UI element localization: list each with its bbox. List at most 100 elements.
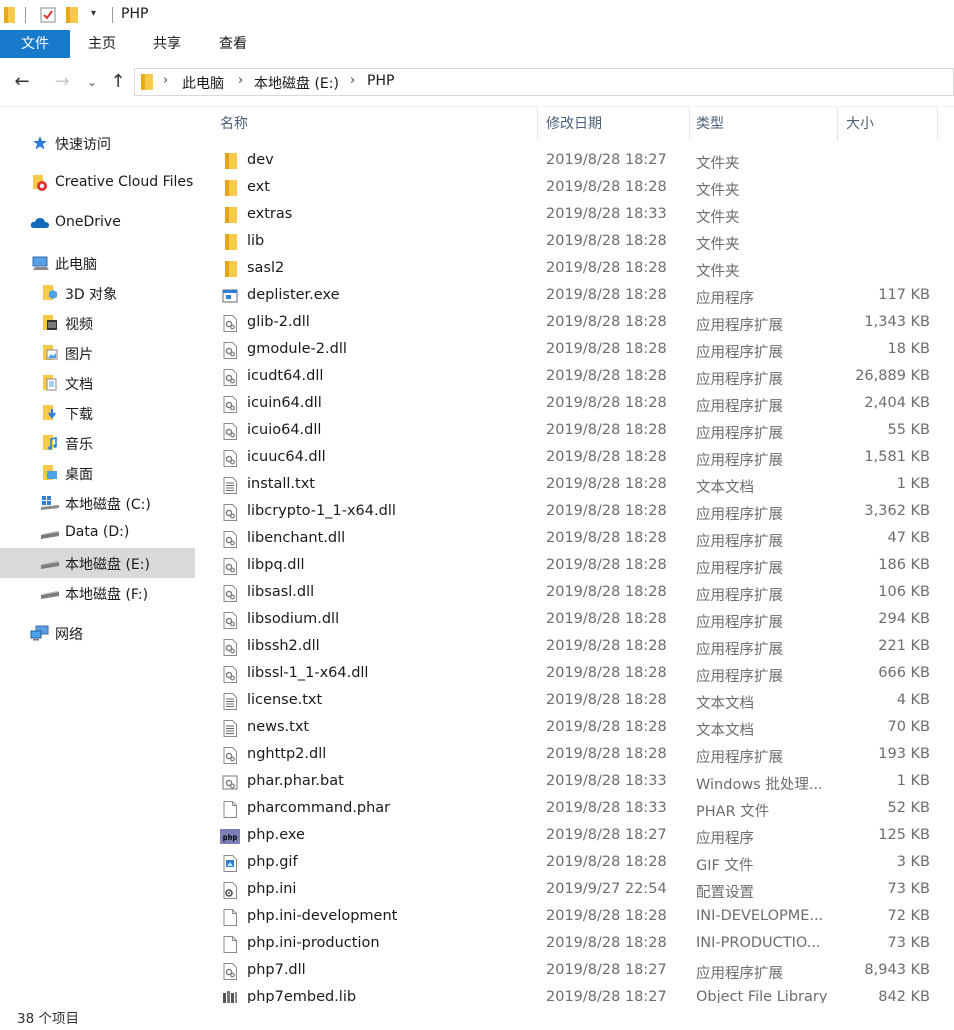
forward-arrow-icon[interactable]: → <box>50 70 74 94</box>
file-modified-date: 2019/8/28 18:28 <box>546 449 667 465</box>
nav-item-desktop[interactable]: 桌面 <box>0 458 195 488</box>
file-row[interactable]: news.txt 2019/8/28 18:28 文本文档 70 KB <box>196 715 954 742</box>
nav-item-this-pc[interactable]: 此电脑 <box>0 248 195 278</box>
file-row[interactable]: libssl-1_1-x64.dll 2019/8/28 18:28 应用程序扩展 6… <box>196 661 954 688</box>
file-row[interactable]: libcrypto-1_1-x64.dll 2019/8/28 18:28 应用程序… <box>196 499 954 526</box>
file-row[interactable]: php.ini-development 2019/8/28 18:28 INI-DE… <box>196 904 954 931</box>
file-row[interactable]: dev 2019/8/28 18:27 文件夹 <box>196 148 954 175</box>
nav-item-downloads[interactable]: 下载 <box>0 398 195 428</box>
new-folder-icon[interactable] <box>66 6 78 24</box>
nav-item-network[interactable]: 网络 <box>0 618 195 648</box>
file-type: 文本文档 <box>696 723 754 739</box>
exe-icon <box>222 288 238 305</box>
file-row[interactable]: libpq.dll 2019/8/28 18:28 应用程序扩展 186 KB <box>196 553 954 580</box>
file-row[interactable]: php.gif 2019/8/28 18:28 GIF 文件 3 KB <box>196 850 954 877</box>
file-modified-date: 2019/8/28 18:27 <box>546 962 667 978</box>
file-row[interactable]: icuin64.dll 2019/8/28 18:28 应用程序扩展 2,404 KB <box>196 391 954 418</box>
nav-item-documents[interactable]: 文档 <box>0 368 195 398</box>
column-header-type[interactable]: 类型 <box>690 107 838 141</box>
file-row[interactable]: php.ini-production 2019/8/28 18:28 INI-PRO… <box>196 931 954 958</box>
nav-item-quick-access[interactable]: 快速访问 <box>0 128 195 158</box>
file-row[interactable]: libenchant.dll 2019/8/28 18:28 应用程序扩展 47 KB <box>196 526 954 553</box>
tab-home[interactable]: 主页 <box>76 30 128 58</box>
file-row[interactable]: nghttp2.dll 2019/8/28 18:28 应用程序扩展 193 KB <box>196 742 954 769</box>
file-size: 1,343 KB <box>864 314 930 330</box>
file-row[interactable]: icuio64.dll 2019/8/28 18:28 应用程序扩展 55 KB <box>196 418 954 445</box>
file-name: php7embed.lib <box>247 989 357 1003</box>
quick-access-dropdown-icon[interactable]: ▾ <box>91 8 96 19</box>
column-header-size[interactable]: 大小 <box>840 107 938 141</box>
file-name: icudt64.dll <box>247 368 324 384</box>
windows-drive-icon <box>41 496 59 510</box>
nav-item-label: 网络 <box>55 627 83 643</box>
tab-share[interactable]: 共享 <box>140 30 194 58</box>
file-name: icuin64.dll <box>247 395 322 411</box>
file-row[interactable]: gmodule-2.dll 2019/8/28 18:28 应用程序扩展 18 KB <box>196 337 954 364</box>
file-modified-date: 2019/8/28 18:28 <box>546 584 667 600</box>
file-row[interactable]: php7.dll 2019/8/28 18:27 应用程序扩展 8,943 KB <box>196 958 954 985</box>
tab-file[interactable]: 文件 <box>0 30 70 58</box>
file-row[interactable]: libssh2.dll 2019/8/28 18:28 应用程序扩展 221 KB <box>196 634 954 661</box>
nav-item-label: 文档 <box>65 377 93 393</box>
tab-view[interactable]: 查看 <box>206 30 260 58</box>
dll-icon <box>222 342 238 359</box>
nav-item-creative-cloud[interactable]: Creative Cloud Files <box>0 168 195 198</box>
nav-item-music[interactable]: 音乐 <box>0 428 195 458</box>
file-row[interactable]: icudt64.dll 2019/8/28 18:28 应用程序扩展 26,889 K… <box>196 364 954 391</box>
column-header-name[interactable]: 名称 <box>214 107 538 141</box>
nav-item-drive-f[interactable]: 本地磁盘 (F:) <box>0 578 195 608</box>
file-row[interactable]: php7embed.lib 2019/8/28 18:27 Object File … <box>196 985 954 1003</box>
nav-item-drive-c[interactable]: 本地磁盘 (C:) <box>0 488 195 518</box>
file-row[interactable]: libsodium.dll 2019/8/28 18:28 应用程序扩展 294 KB <box>196 607 954 634</box>
column-header-date[interactable]: 修改日期 <box>540 107 690 141</box>
lib-file-icon <box>222 990 238 1003</box>
nav-item-onedrive[interactable]: OneDrive <box>0 208 195 238</box>
file-row[interactable]: extras 2019/8/28 18:33 文件夹 <box>196 202 954 229</box>
file-row[interactable]: php.ini 2019/9/27 22:54 配置设置 73 KB <box>196 877 954 904</box>
file-modified-date: 2019/8/28 18:28 <box>546 233 667 249</box>
folder-desktop-icon <box>43 465 57 480</box>
file-type: 应用程序 <box>696 291 754 307</box>
breadcrumb-php[interactable]: PHP <box>367 73 394 89</box>
file-row[interactable]: php php.exe 2019/8/28 18:27 应用程序 125 KB <box>196 823 954 850</box>
nav-item-drive-e[interactable]: 本地磁盘 (E:) <box>0 548 195 578</box>
nav-item-pictures[interactable]: 图片 <box>0 338 195 368</box>
item-count: 38 个项目 <box>17 1011 79 1027</box>
nav-item-drive-d[interactable]: Data (D:) <box>0 518 195 548</box>
file-modified-date: 2019/8/28 18:28 <box>546 746 667 762</box>
chevron-right-icon[interactable]: › <box>350 73 355 88</box>
file-row[interactable]: phar.phar.bat 2019/8/28 18:33 Windows 批处理.… <box>196 769 954 796</box>
file-modified-date: 2019/8/28 18:28 <box>546 260 667 276</box>
file-row[interactable]: install.txt 2019/8/28 18:28 文本文档 1 KB <box>196 472 954 499</box>
breadcrumb-this-pc[interactable]: 此电脑 <box>182 73 224 93</box>
file-row[interactable]: sasl2 2019/8/28 18:28 文件夹 <box>196 256 954 283</box>
file-type: 应用程序扩展 <box>696 642 783 658</box>
folder-icon <box>141 74 153 90</box>
chevron-right-icon[interactable]: › <box>163 73 168 88</box>
properties-check-icon[interactable] <box>40 6 56 24</box>
nav-item-videos[interactable]: 视频 <box>0 308 195 338</box>
breadcrumb-drive-e[interactable]: 本地磁盘 (E:) <box>254 73 339 93</box>
file-modified-date: 2019/8/28 18:28 <box>546 341 667 357</box>
file-modified-date: 2019/8/28 18:33 <box>546 773 667 789</box>
file-type: 文件夹 <box>696 237 740 253</box>
file-row[interactable]: lib 2019/8/28 18:28 文件夹 <box>196 229 954 256</box>
file-row[interactable]: libsasl.dll 2019/8/28 18:28 应用程序扩展 106 KB <box>196 580 954 607</box>
back-arrow-icon[interactable]: ← <box>10 70 34 94</box>
file-row[interactable]: icuuc64.dll 2019/8/28 18:28 应用程序扩展 1,581 KB <box>196 445 954 472</box>
recent-locations-chevron-icon[interactable]: ⌄ <box>82 70 102 94</box>
file-row[interactable]: license.txt 2019/8/28 18:28 文本文档 4 KB <box>196 688 954 715</box>
nav-item-3d-objects[interactable]: 3D 对象 <box>0 278 195 308</box>
file-size: 26,889 KB <box>855 368 930 384</box>
blank-file-icon <box>222 801 238 818</box>
chevron-right-icon[interactable]: › <box>238 73 243 88</box>
address-bar[interactable]: › 此电脑 › 本地磁盘 (E:) › PHP <box>134 68 954 96</box>
file-row[interactable]: deplister.exe 2019/8/28 18:28 应用程序 117 KB <box>196 283 954 310</box>
file-row[interactable]: glib-2.dll 2019/8/28 18:28 应用程序扩展 1,343 KB <box>196 310 954 337</box>
file-row[interactable]: pharcommand.phar 2019/8/28 18:33 PHAR 文件 52… <box>196 796 954 823</box>
file-type: 文件夹 <box>696 183 740 199</box>
file-row[interactable]: ext 2019/8/28 18:28 文件夹 <box>196 175 954 202</box>
network-icon <box>30 625 49 641</box>
dll-icon <box>222 747 238 764</box>
up-arrow-icon[interactable]: ↑ <box>106 70 130 94</box>
